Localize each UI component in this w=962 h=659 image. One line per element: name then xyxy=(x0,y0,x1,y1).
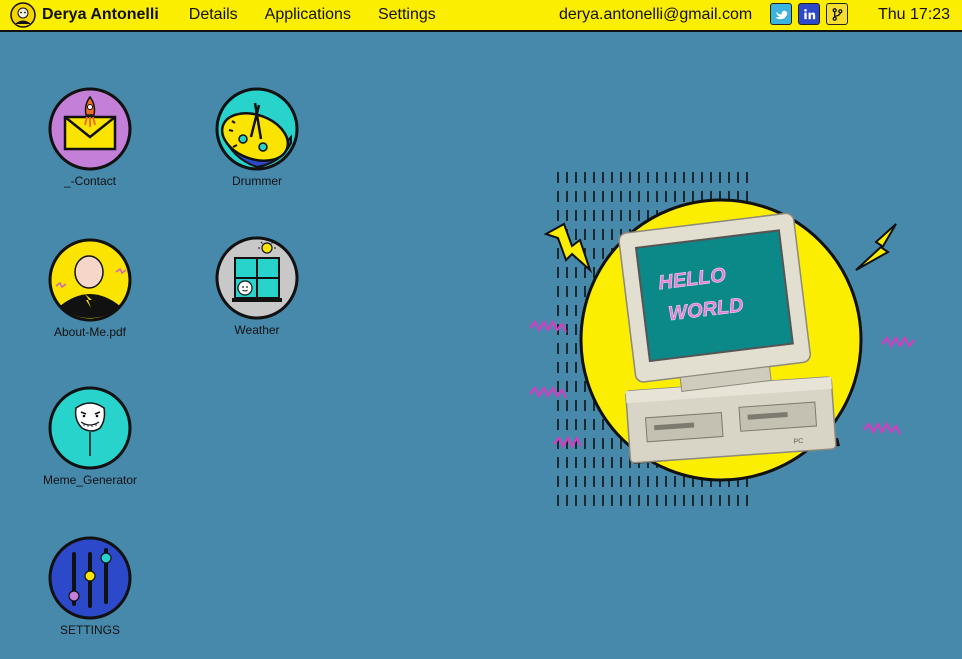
email-link[interactable]: derya.antonelli@gmail.com xyxy=(559,6,752,24)
social-links xyxy=(770,3,854,25)
drum-icon xyxy=(215,87,299,171)
desktop-icon-drummer[interactable]: Drummer xyxy=(187,87,327,188)
menu-item-applications[interactable]: Applications xyxy=(265,6,351,24)
troll-face-icon xyxy=(48,386,132,470)
top-bar: Derya Antonelli Details Applications Set… xyxy=(0,0,962,32)
desktop-icon-label: Drummer xyxy=(232,174,282,188)
linkedin-icon[interactable] xyxy=(798,3,820,25)
avatar xyxy=(10,2,36,28)
desktop-icon-contact[interactable]: _-Contact xyxy=(20,87,160,188)
menu-item-settings[interactable]: Settings xyxy=(378,6,436,24)
desktop-icon-label: _-Contact xyxy=(63,174,117,188)
menu-item-details[interactable]: Details xyxy=(189,6,238,24)
portrait-icon xyxy=(48,238,132,322)
sliders-icon xyxy=(48,536,132,620)
twitter-icon[interactable] xyxy=(770,3,792,25)
brand[interactable]: Derya Antonelli xyxy=(10,2,159,28)
desktop-icon-label: SETTINGS xyxy=(59,623,120,637)
retro-computer-illustration: PC HELLO WORLD xyxy=(529,172,915,506)
pc-badge: PC xyxy=(793,438,803,446)
desktop-icon-label: About-Me.pdf xyxy=(53,325,127,339)
window-sun-icon xyxy=(215,236,299,320)
git-branch-icon[interactable] xyxy=(826,3,848,25)
computer-base: PC xyxy=(625,376,837,464)
desktop-icon-label: Meme_Generator xyxy=(42,473,138,487)
desktop-icon-about-me[interactable]: About-Me.pdf xyxy=(20,238,160,339)
clock: Thu 17:23 xyxy=(878,6,951,23)
lightning-bolt-icon xyxy=(543,222,593,274)
lightning-bolt-icon xyxy=(855,223,897,271)
envelope-rocket-icon xyxy=(48,87,132,171)
desktop-icon-settings[interactable]: SETTINGS xyxy=(20,536,160,637)
desktop-icon-weather[interactable]: Weather xyxy=(187,236,327,337)
desktop-icon-label: Weather xyxy=(234,323,280,337)
user-name: Derya Antonelli xyxy=(42,6,159,23)
desktop-icon-meme-generator[interactable]: Meme_Generator xyxy=(20,386,160,487)
main-menu: Details Applications Settings xyxy=(189,6,463,24)
